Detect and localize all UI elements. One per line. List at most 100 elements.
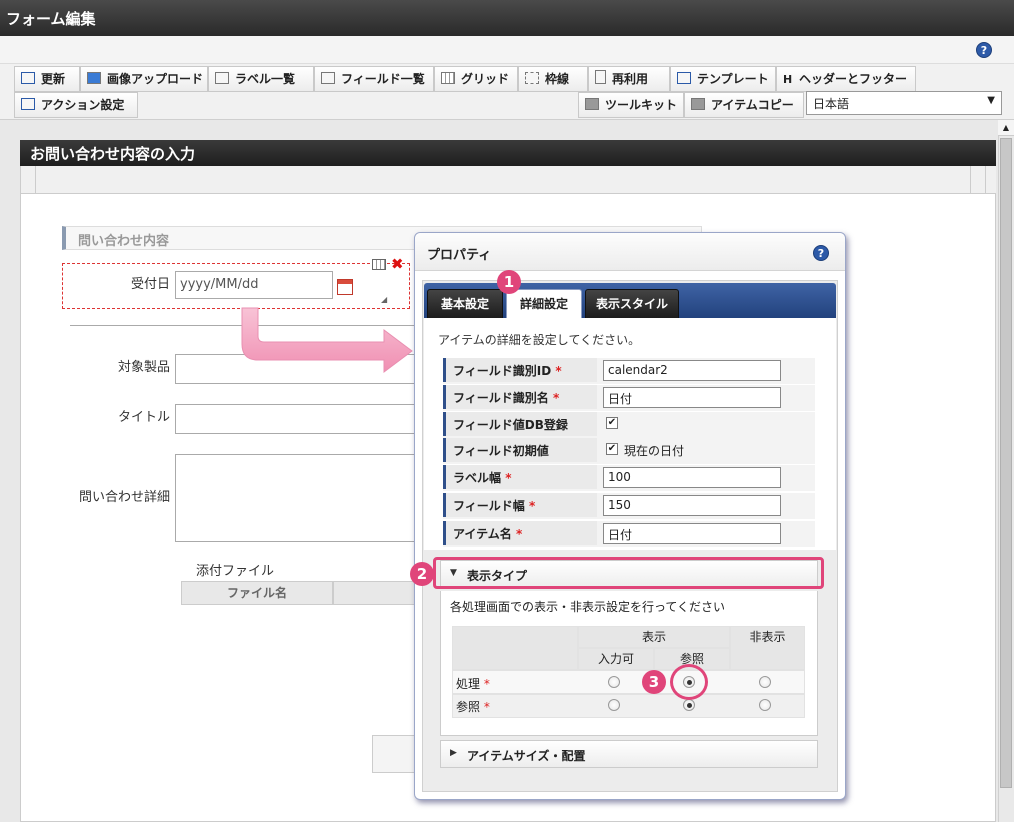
border-button[interactable]: 枠線: [518, 66, 588, 92]
process-row-label: 処理 *: [456, 677, 490, 691]
triangle-right-icon: ▶: [450, 748, 457, 758]
highlight-display-type: [433, 557, 824, 589]
detail-textarea[interactable]: [175, 454, 420, 542]
current-date-label: 現在の日付: [624, 444, 685, 458]
property-label: フィールド識別ID *: [443, 358, 597, 382]
update-icon: [21, 72, 35, 84]
border-icon: [525, 72, 539, 84]
property-row-label-width: ラベル幅 * 100: [443, 465, 815, 491]
tab-detail-settings[interactable]: 詳細設定: [506, 289, 582, 320]
detail-label: 問い合わせ詳細: [78, 490, 170, 505]
label-width-input[interactable]: 100: [603, 467, 781, 488]
reference-hidden-radio[interactable]: [759, 699, 771, 711]
file-name-column-header: ファイル名: [181, 581, 333, 605]
grid-icon: [441, 72, 455, 84]
reference-input-radio[interactable]: [608, 699, 620, 711]
scroll-up-arrow-icon[interactable]: ▲: [998, 120, 1014, 136]
input-column-header: 入力可: [578, 648, 654, 670]
property-row-field-id: フィールド識別ID * calendar2: [443, 358, 815, 384]
toolkit-button[interactable]: ツールキット: [578, 92, 684, 118]
language-select[interactable]: 日本語 ▼: [806, 91, 1002, 115]
callout-badge: 1: [497, 270, 521, 294]
panel-help-icon[interactable]: ?: [813, 245, 829, 261]
product-label: 対象製品: [117, 360, 170, 375]
title-label: タイトル: [117, 410, 170, 425]
help-icon[interactable]: ?: [976, 42, 992, 58]
pointer-arrow-icon: [241, 307, 413, 373]
process-input-radio[interactable]: [608, 676, 620, 688]
reference-row-label: 参照 *: [456, 700, 490, 714]
panel-description: アイテムの詳細を設定してください。: [438, 333, 641, 347]
panel-title: プロパティ: [415, 233, 845, 271]
list-icon: [215, 72, 229, 84]
toolbox-icon: [691, 98, 705, 110]
label-list-button[interactable]: ラベル一覧: [208, 66, 314, 92]
property-label: フィールド値DB登録: [443, 412, 597, 436]
visibility-row: [452, 670, 805, 694]
property-label: フィールド識別名 *: [443, 385, 597, 409]
section-title: お問い合わせ内容の入力: [20, 140, 996, 166]
image-icon: [87, 72, 101, 84]
date-input[interactable]: yyyy/MM/dd: [175, 271, 333, 299]
property-label: アイテム名 *: [443, 521, 597, 545]
property-row-field-name: フィールド識別名 * 日付: [443, 385, 815, 411]
grid-icon[interactable]: [372, 259, 386, 270]
db-register-checkbox[interactable]: ✔: [606, 417, 618, 429]
hidden-column-header: 非表示: [730, 626, 805, 670]
calendar-icon[interactable]: [337, 279, 353, 295]
property-label: フィールド幅 *: [443, 493, 597, 517]
file-column-header: [333, 581, 420, 605]
display-type-description: 各処理画面での表示・非表示設定を行ってください: [450, 600, 726, 614]
image-upload-button[interactable]: 画像アップロード: [80, 66, 208, 92]
item-size-accordion[interactable]: ▶ アイテムサイズ・配置: [440, 740, 818, 768]
action-settings-button[interactable]: アクション設定: [14, 92, 138, 118]
visibility-row: [452, 694, 805, 718]
item-name-input[interactable]: 日付: [603, 523, 781, 544]
section-column-header: [20, 166, 996, 194]
date-label: 受付日: [130, 277, 170, 292]
resize-handle-icon[interactable]: ◢: [381, 295, 387, 304]
header-footer-button[interactable]: H ヘッダーとフッター: [776, 66, 916, 92]
scroll-thumb[interactable]: [1000, 138, 1012, 788]
delete-icon[interactable]: ✖: [391, 257, 404, 272]
property-label: ラベル幅 *: [443, 465, 597, 489]
property-label: フィールド初期値: [443, 438, 597, 462]
field-width-input[interactable]: 150: [603, 495, 781, 516]
reuse-button[interactable]: 再利用: [588, 66, 670, 92]
property-row-field-width: フィールド幅 * 150: [443, 493, 815, 519]
item-copy-button[interactable]: アイテムコピー: [684, 92, 804, 118]
property-row-initial-value: フィールド初期値 ✔ 現在の日付: [443, 438, 815, 464]
callout-badge: 2: [410, 562, 434, 586]
field-name-input[interactable]: 日付: [603, 387, 781, 408]
highlight-reference-radio: [670, 664, 708, 700]
field-id-input[interactable]: calendar2: [603, 360, 781, 381]
chevron-down-icon: ▼: [987, 95, 995, 106]
tab-basic-settings[interactable]: 基本設定: [427, 289, 503, 319]
action-icon: [21, 98, 35, 110]
field-list-button[interactable]: フィールド一覧: [314, 66, 434, 92]
column-divider: [970, 166, 986, 194]
reference-reference-radio[interactable]: [683, 699, 695, 711]
property-row-item-name: アイテム名 * 日付: [443, 521, 815, 547]
display-column-header: 表示: [578, 626, 730, 648]
tab-display-style[interactable]: 表示スタイル: [585, 289, 679, 319]
document-icon: [595, 70, 606, 84]
toolbar: 更新 画像アップロード ラベル一覧 フィールド一覧 グリッド 枠線 再利用 テン…: [0, 64, 1014, 120]
visibility-table-corner: [452, 626, 578, 670]
header-icon: H: [783, 73, 793, 86]
current-date-checkbox[interactable]: ✔: [606, 443, 618, 455]
help-bar: ?: [0, 36, 1014, 64]
update-button[interactable]: 更新: [14, 66, 80, 92]
column-divider: [20, 166, 36, 194]
window-title: フォーム編集: [0, 0, 1014, 36]
process-hidden-radio[interactable]: [759, 676, 771, 688]
form-button[interactable]: [372, 735, 418, 773]
template-icon: [677, 72, 691, 84]
template-button[interactable]: テンプレート: [670, 66, 776, 92]
list-icon: [321, 72, 335, 84]
title-input[interactable]: [175, 404, 420, 434]
callout-badge: 3: [642, 670, 666, 694]
attachment-label: 添付ファイル: [195, 564, 274, 579]
grid-button[interactable]: グリッド: [434, 66, 518, 92]
toolbox-icon: [585, 98, 599, 110]
